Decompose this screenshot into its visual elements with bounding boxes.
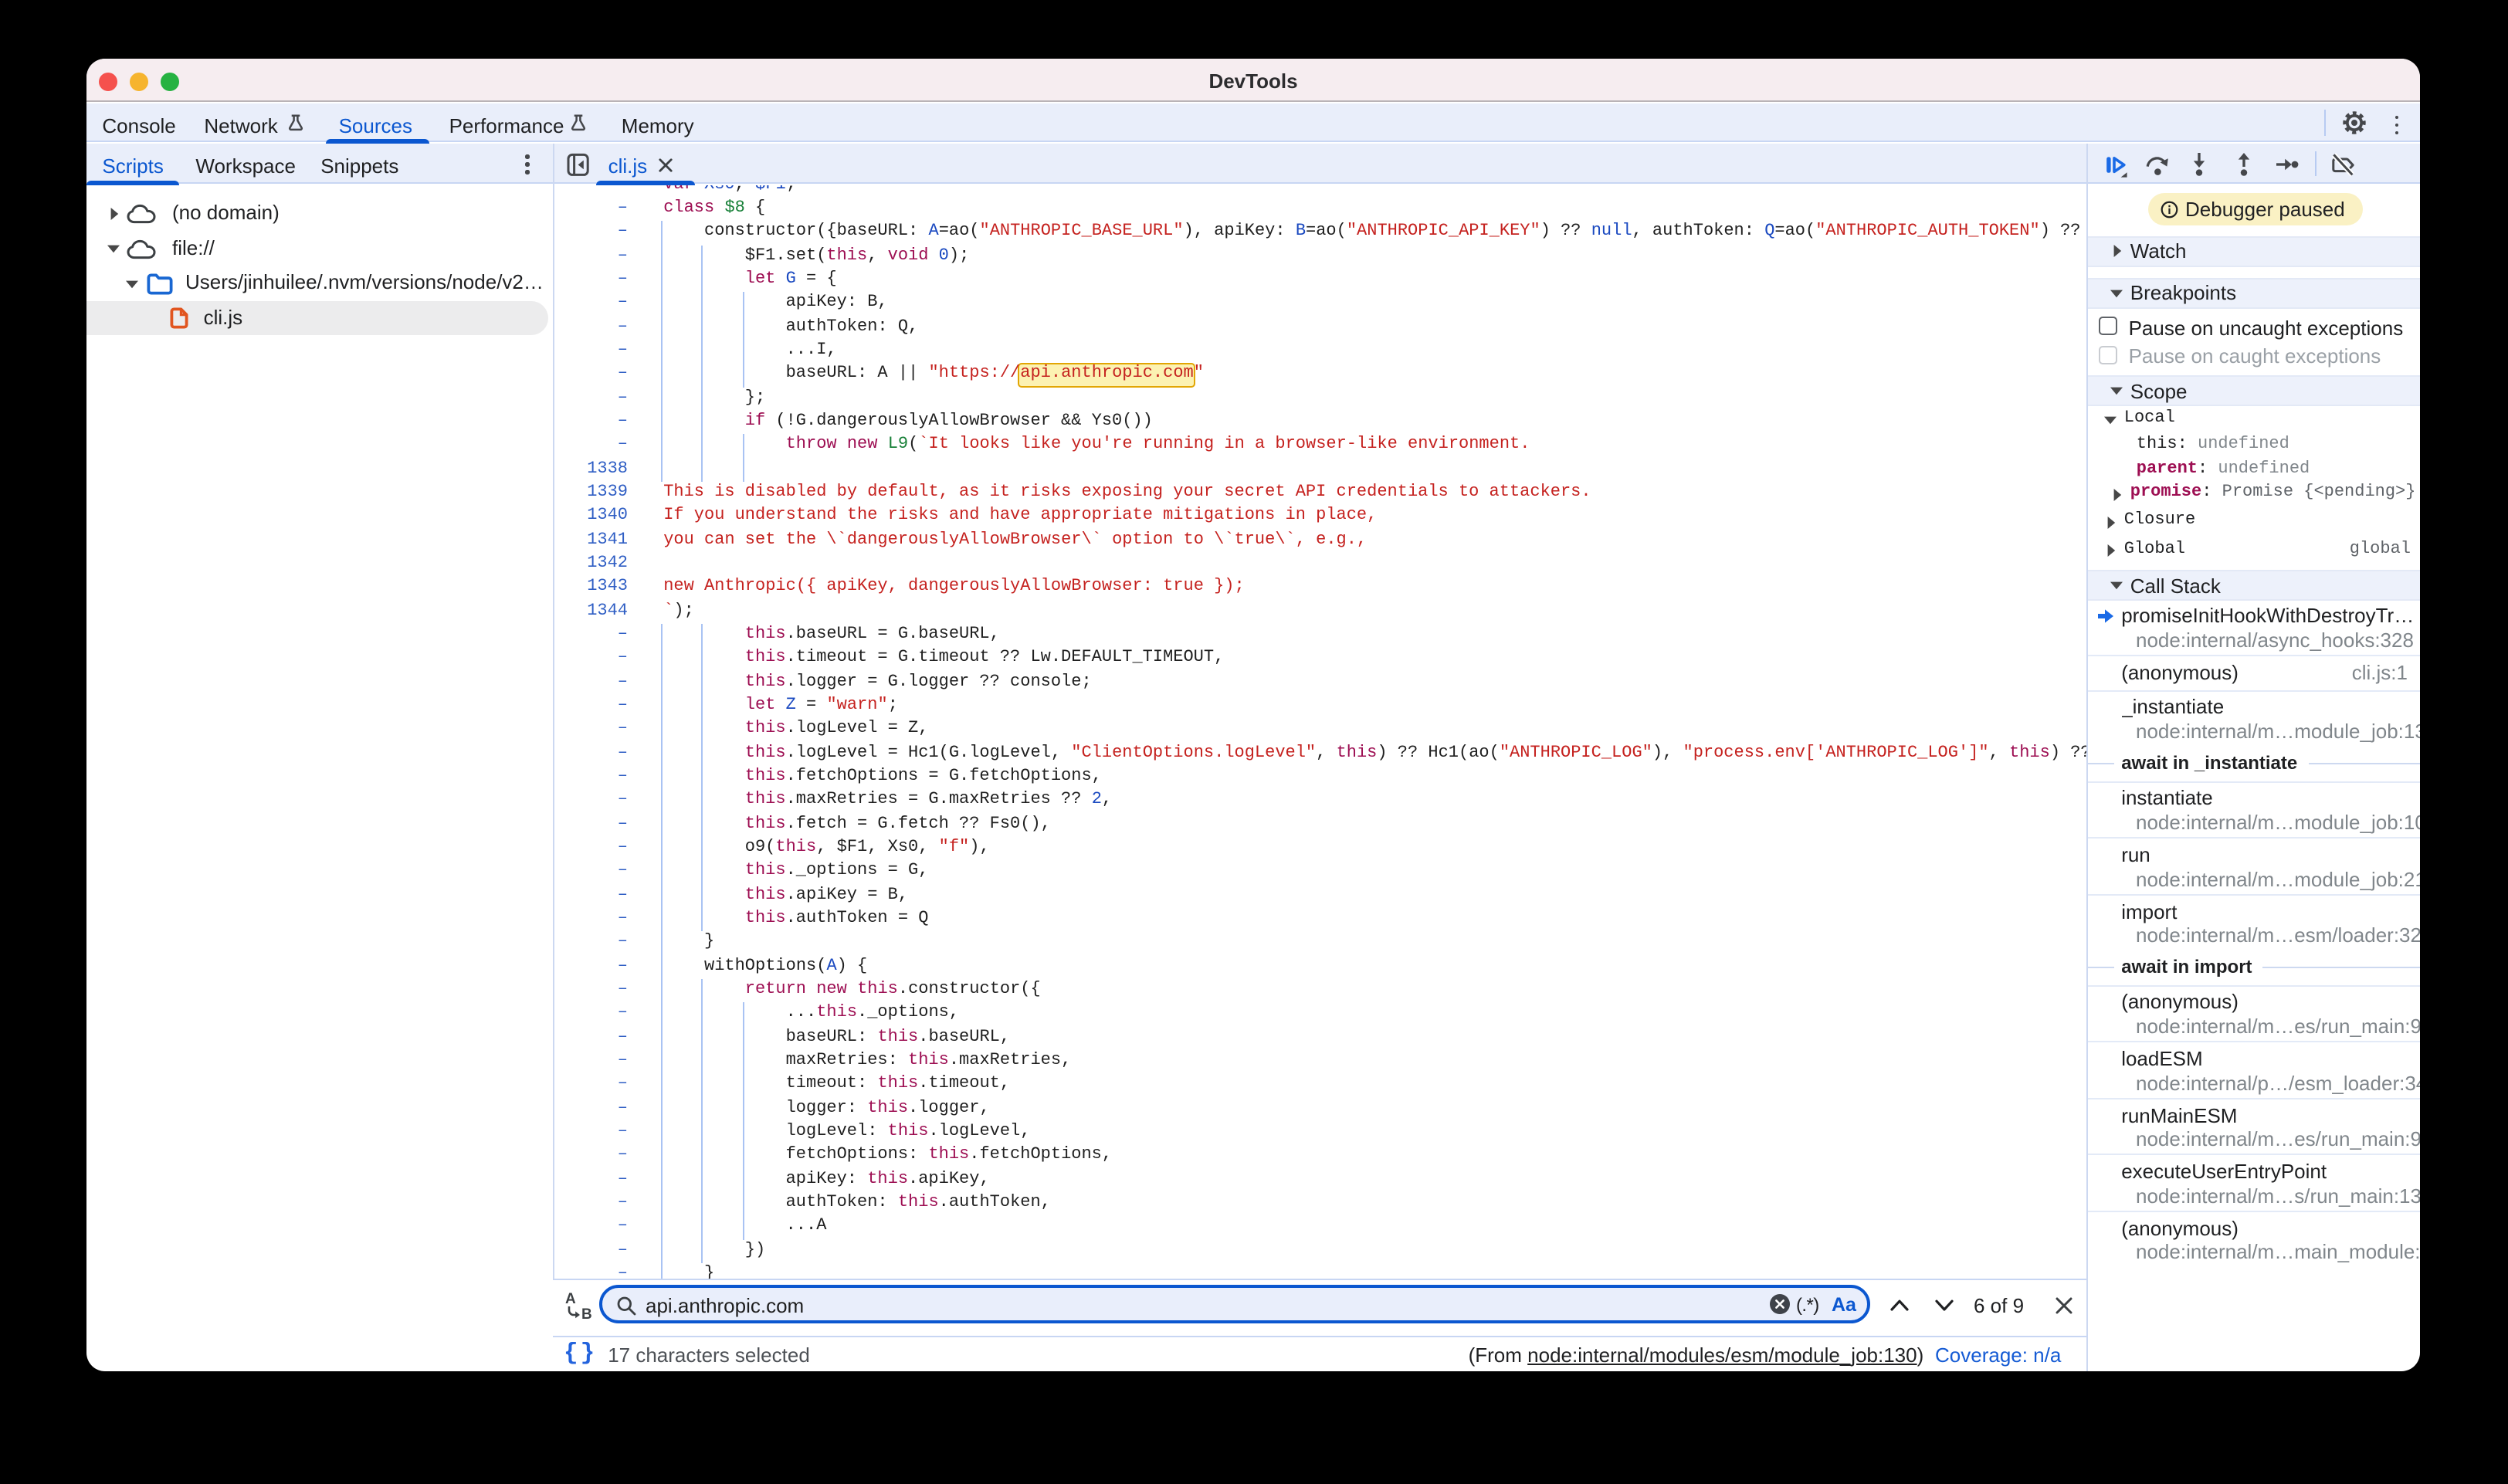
svg-text:A: A (565, 1291, 576, 1307)
svg-text:B: B (581, 1306, 592, 1320)
